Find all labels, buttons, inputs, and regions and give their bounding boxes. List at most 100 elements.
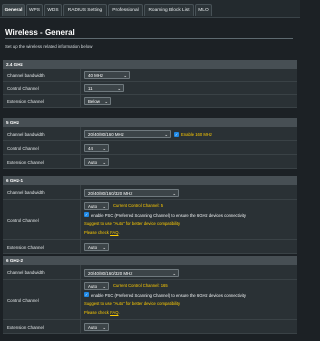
select-value: Auto xyxy=(88,204,98,209)
row-divider xyxy=(80,240,81,253)
enable-160mhz-label: Enable 160 MHz xyxy=(181,132,212,137)
section-header-6ghz-1: 6 GHz-1 xyxy=(3,176,297,185)
psc-checkbox[interactable]: ✓ xyxy=(84,292,89,297)
select-value: Below xyxy=(88,99,100,104)
current-control-channel: Current Control Channel: 165 xyxy=(113,283,168,288)
label-extension-channel: Extension Channel xyxy=(7,160,44,165)
select-value: 40 MHz xyxy=(88,73,104,78)
label-channel-bandwidth: Channel bandwidth xyxy=(7,132,45,137)
psc-label: enable PSC (Preferred Scanning Channel) … xyxy=(91,212,247,218)
select-value: Auto xyxy=(88,325,98,330)
select-2-4ghz-control-channel[interactable]: 11 ⌄ xyxy=(84,84,124,92)
row-divider xyxy=(80,320,81,333)
row-divider xyxy=(80,69,81,81)
tab-bar: General WPS WDS RADIUS Setting Professio… xyxy=(0,0,300,18)
row-5ghz-extension-channel: Extension Channel Auto ⌄ xyxy=(3,155,297,169)
chevron-down-icon: ⌄ xyxy=(102,160,106,165)
faq-hint: Please check FAQ. xyxy=(84,310,120,315)
row-6ghz-1-channel-bandwidth: Channel bandwidth 20/40/80/160/320 MHz ⌄ xyxy=(3,185,297,200)
row-divider xyxy=(80,82,81,94)
faq-hint-prefix: Please check xyxy=(84,230,111,235)
section-header-5ghz: 5 GHz xyxy=(3,118,297,127)
chevron-down-icon: ⌄ xyxy=(102,325,106,330)
label-channel-bandwidth: Channel bandwidth xyxy=(7,190,45,195)
chevron-down-icon: ⌄ xyxy=(172,270,176,276)
section-header-6ghz-2: 6 GHz-2 xyxy=(3,256,297,265)
row-divider xyxy=(80,95,81,107)
row-divider xyxy=(80,127,81,140)
select-value: 20/40/80/160/320 MHz xyxy=(88,190,133,196)
row-6ghz-2-extension-channel: Extension Channel Auto ⌄ xyxy=(3,320,297,334)
chevron-down-icon: ⌄ xyxy=(123,73,127,78)
chevron-down-icon: ⌄ xyxy=(164,132,168,137)
row-6ghz-1-extension-channel: Extension Channel Auto ⌄ xyxy=(3,240,297,254)
tab-radius-setting[interactable]: RADIUS Setting xyxy=(63,4,107,16)
chevron-down-icon: ⌄ xyxy=(102,204,106,209)
faq-hint-prefix: Please check xyxy=(84,310,111,315)
select-value: Auto xyxy=(88,284,98,289)
tab-general[interactable]: General xyxy=(2,4,25,16)
select-6ghz-2-bandwidth[interactable]: 20/40/80/160/320 MHz ⌄ xyxy=(84,268,179,277)
select-value: Auto xyxy=(88,245,98,250)
select-5ghz-extension-channel[interactable]: Auto ⌄ xyxy=(84,158,109,166)
row-5ghz-channel-bandwidth: Channel bandwidth 20/40/80/160 MHz ⌄ ✓ E… xyxy=(3,127,297,141)
row-divider xyxy=(80,155,81,168)
tab-professional[interactable]: Professional xyxy=(108,4,143,16)
select-5ghz-control-channel[interactable]: 44 ⌄ xyxy=(84,144,109,152)
row-5ghz-control-channel: Control Channel 44 ⌄ xyxy=(3,141,297,155)
tab-wds[interactable]: WDS xyxy=(44,4,62,16)
select-6ghz-1-extension-channel[interactable]: Auto ⌄ xyxy=(84,243,109,251)
tab-wps[interactable]: WPS xyxy=(26,4,43,16)
row-2-4ghz-extension-channel: Extension Channel Below ⌄ xyxy=(3,95,297,108)
faq-hint: Please check FAQ. xyxy=(84,230,120,235)
row-6ghz-2-channel-bandwidth: Channel bandwidth 20/40/80/160/320 MHz ⌄ xyxy=(3,265,297,280)
select-value: 11 xyxy=(88,86,93,91)
page-title: Wireless - General xyxy=(5,28,75,37)
current-control-channel: Current Control Channel: 5 xyxy=(113,203,164,208)
row-6ghz-1-control-channel: Control Channel Auto ⌄ Current Control C… xyxy=(3,200,297,240)
section-header-2-4ghz: 2.4 GHz xyxy=(3,60,297,69)
select-6ghz-1-bandwidth[interactable]: 20/40/80/160/320 MHz ⌄ xyxy=(84,188,179,197)
enable-160mhz-checkbox[interactable]: ✓ xyxy=(174,131,179,137)
tab-roaming-block-list[interactable]: Roaming Block List xyxy=(144,4,194,16)
row-6ghz-2-control-channel: Control Channel Auto ⌄ Current Control C… xyxy=(3,280,297,320)
label-control-channel: Control Channel xyxy=(7,86,39,91)
select-value: 20/40/80/160 MHz xyxy=(88,132,124,137)
row-divider xyxy=(80,200,81,239)
row-divider xyxy=(80,185,81,199)
select-6ghz-2-extension-channel[interactable]: Auto ⌄ xyxy=(84,323,109,331)
select-5ghz-bandwidth[interactable]: 20/40/80/160 MHz ⌄ xyxy=(84,130,171,138)
label-control-channel: Control Channel xyxy=(7,298,39,303)
psc-checkbox[interactable]: ✓ xyxy=(84,212,89,217)
chevron-down-icon: ⌄ xyxy=(102,284,106,289)
suggest-auto-text: Suggest to use "Auto" for better device … xyxy=(84,301,181,306)
chevron-down-icon: ⌄ xyxy=(102,146,106,151)
select-6ghz-2-control-channel[interactable]: Auto ⌄ xyxy=(84,282,109,290)
chevron-down-icon: ⌄ xyxy=(172,190,176,196)
label-extension-channel: Extension Channel xyxy=(7,325,44,330)
faq-hint-suffix: . xyxy=(118,310,120,315)
row-2-4ghz-control-channel: Control Channel 11 ⌄ xyxy=(3,82,297,95)
select-value: Auto xyxy=(88,160,98,165)
row-2-4ghz-channel-bandwidth: Channel bandwidth 40 MHz ⌄ xyxy=(3,69,297,82)
select-2-4ghz-bandwidth[interactable]: 40 MHz ⌄ xyxy=(84,71,130,79)
label-channel-bandwidth: Channel bandwidth xyxy=(7,73,45,78)
label-control-channel: Control Channel xyxy=(7,218,39,223)
page-subtitle: Set up the wireless related information … xyxy=(5,44,93,49)
select-2-4ghz-extension-channel[interactable]: Below ⌄ xyxy=(84,97,111,105)
select-value: 44 xyxy=(88,146,93,151)
faq-hint-suffix: . xyxy=(118,230,120,235)
chevron-down-icon: ⌄ xyxy=(117,86,121,91)
row-divider xyxy=(80,141,81,154)
label-extension-channel: Extension Channel xyxy=(7,245,44,250)
tab-mlo[interactable]: MLO xyxy=(195,4,212,16)
label-channel-bandwidth: Channel bandwidth xyxy=(7,270,45,275)
select-value: 20/40/80/160/320 MHz xyxy=(88,270,133,276)
row-divider xyxy=(80,265,81,279)
title-divider xyxy=(5,38,293,39)
row-divider xyxy=(80,280,81,319)
psc-label: enable PSC (Preferred Scanning Channel) … xyxy=(91,292,247,298)
select-6ghz-1-control-channel[interactable]: Auto ⌄ xyxy=(84,202,109,210)
suggest-auto-text: Suggest to use "Auto" for better device … xyxy=(84,221,181,226)
label-extension-channel: Extension Channel xyxy=(7,99,44,104)
